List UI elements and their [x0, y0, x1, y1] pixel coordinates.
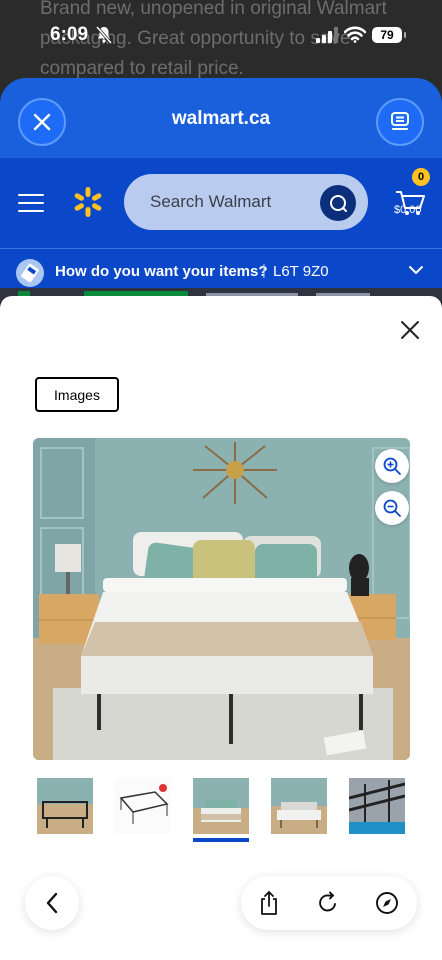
walmart-header: Search Walmart — [0, 158, 442, 248]
delivery-separator: | — [262, 262, 266, 279]
reload-icon — [319, 891, 336, 912]
cellular-signal-icon — [316, 27, 338, 43]
close-modal-icon[interactable] — [398, 318, 422, 342]
back-button[interactable] — [25, 876, 79, 930]
zoom-in-button[interactable] — [375, 449, 409, 483]
image-viewer-modal: Images — [0, 296, 442, 960]
wifi-icon — [344, 26, 366, 43]
search-icon — [330, 195, 347, 212]
thumbnail-strip — [37, 778, 409, 844]
delivery-prompt: How do you want your items? — [55, 263, 268, 280]
status-bar: 6:09 79 — [0, 0, 442, 72]
browser-header: walmart.ca — [0, 78, 442, 158]
thumbnail-5[interactable] — [349, 778, 405, 834]
postal-code: L6T 9Z0 — [273, 263, 329, 280]
clock: 6:09 — [50, 24, 89, 45]
walmart-spark-logo[interactable] — [72, 186, 104, 218]
active-thumbnail-indicator — [193, 838, 249, 842]
chevron-down-icon — [409, 266, 423, 275]
reload-button[interactable] — [314, 889, 342, 917]
zoom-in-icon — [383, 457, 401, 475]
delivery-icon — [16, 259, 44, 287]
document-icon — [391, 112, 409, 130]
silent-bell-icon — [96, 26, 112, 44]
tab-images[interactable]: Images — [35, 377, 119, 412]
share-button[interactable] — [255, 889, 283, 917]
zoom-out-button[interactable] — [375, 491, 409, 525]
browser-toolbar — [241, 876, 417, 930]
share-icon — [261, 891, 277, 915]
product-main-image[interactable] — [33, 438, 410, 760]
thumbnail-1[interactable] — [37, 778, 93, 834]
zoom-out-icon — [383, 499, 401, 517]
thumbnail-2[interactable] — [115, 778, 171, 834]
compass-icon — [376, 892, 398, 914]
thumbnail-4[interactable] — [271, 778, 327, 834]
thumbnail-3-active[interactable] — [193, 778, 249, 834]
cart-count-badge: 0 — [412, 168, 430, 186]
search-button[interactable] — [320, 185, 356, 221]
chevron-left-icon — [46, 892, 58, 914]
search-placeholder: Search Walmart — [150, 192, 272, 211]
menu-icon[interactable] — [18, 194, 44, 214]
cart-total: $0.00 — [394, 204, 422, 216]
open-in-safari-button[interactable] — [373, 889, 401, 917]
battery-indicator: 79 — [372, 27, 406, 43]
reader-mode-button[interactable] — [376, 98, 424, 146]
